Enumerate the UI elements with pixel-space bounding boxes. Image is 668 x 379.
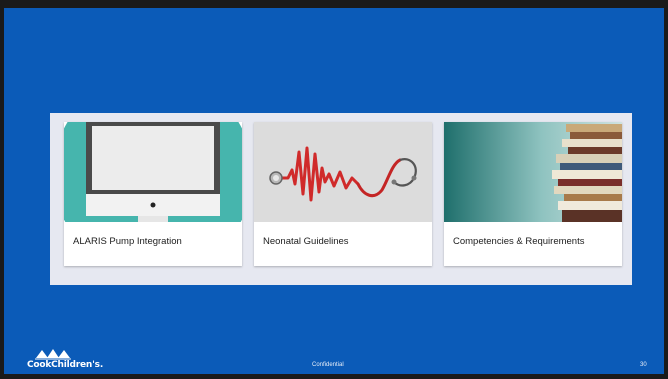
tile-panel: ALARIS Pump Integration Neonatal Guideli… <box>50 113 632 285</box>
page-number: 30 <box>640 362 647 368</box>
stethoscope-heartbeat-image <box>254 122 432 222</box>
house-roofs-icon <box>35 349 71 360</box>
card-competencies-requirements[interactable]: Competencies & Requirements <box>444 122 622 266</box>
cook-childrens-logo: CookChildren's. <box>27 346 117 374</box>
card-alaris-pump-integration[interactable]: ALARIS Pump Integration <box>64 122 242 266</box>
card-title: ALARIS Pump Integration <box>73 236 182 247</box>
confidential-label: Confidential <box>312 362 344 368</box>
card-title: Neonatal Guidelines <box>263 236 349 247</box>
slide: ALARIS Pump Integration Neonatal Guideli… <box>4 8 664 374</box>
book-stack-image <box>444 122 622 222</box>
logo-wordmark: CookChildren's. <box>27 360 104 370</box>
computer-monitor-icon <box>64 122 242 222</box>
card-neonatal-guidelines[interactable]: Neonatal Guidelines <box>254 122 432 266</box>
card-title: Competencies & Requirements <box>453 236 585 247</box>
